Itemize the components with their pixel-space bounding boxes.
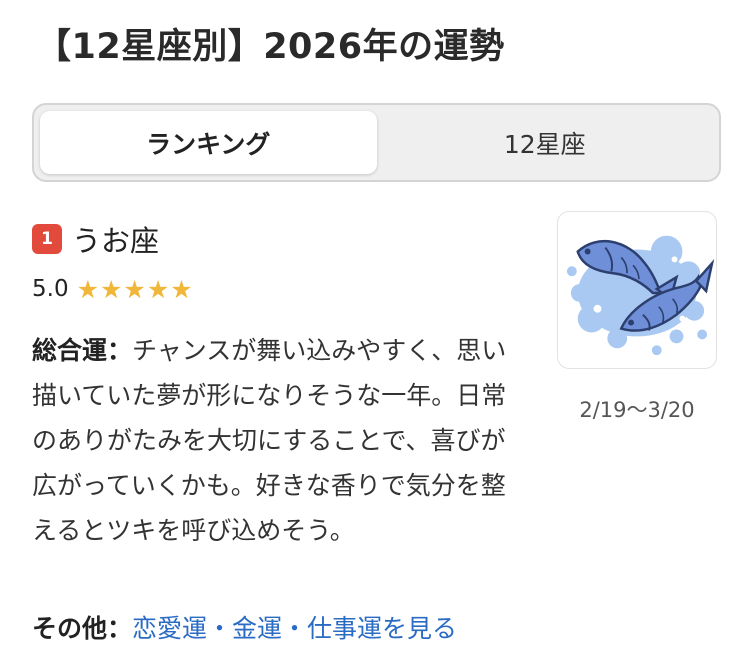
page-title: 【12星座別】2026年の運勢 [36,27,505,67]
tab-12-signs[interactable]: 12星座 [377,111,714,174]
star-icon: ★ [100,274,123,304]
score-row: 5.0 ★ ★ ★ ★ ★ [32,276,194,302]
score-value: 5.0 [32,276,69,302]
pisces-fish-icon [557,211,717,369]
star-icon: ★ [76,274,99,304]
date-range: 2/19〜3/20 [579,398,695,422]
rank-badge: 1 [32,224,62,254]
sign-name: うお座 [72,224,160,258]
rank-header: 1 うお座 [32,218,159,260]
star-icon: ★ [170,274,193,304]
star-icon: ★ [123,274,146,304]
tab-ranking[interactable]: ランキング [40,111,377,174]
overall-label: 総合運： [32,336,133,365]
other-fortunes-row: その他：恋愛運・金運・仕事運を見る [32,609,457,645]
overall-fortune: 総合運：チャンスが舞い込みやすく、思い描いていた夢が形になりそうな一年。日常のあ… [32,328,512,553]
star-icon: ★ [146,274,170,304]
tab-bar: ランキング 12星座 [32,103,721,182]
overall-text: チャンスが舞い込みやすく、思い描いていた夢が形になりそうな一年。日常のありがたみ… [32,336,507,545]
star-rating: ★ ★ ★ ★ ★ [77,277,194,302]
other-fortunes-link[interactable]: 恋愛運・金運・仕事運を見る [132,614,457,643]
other-label: その他： [32,614,133,643]
